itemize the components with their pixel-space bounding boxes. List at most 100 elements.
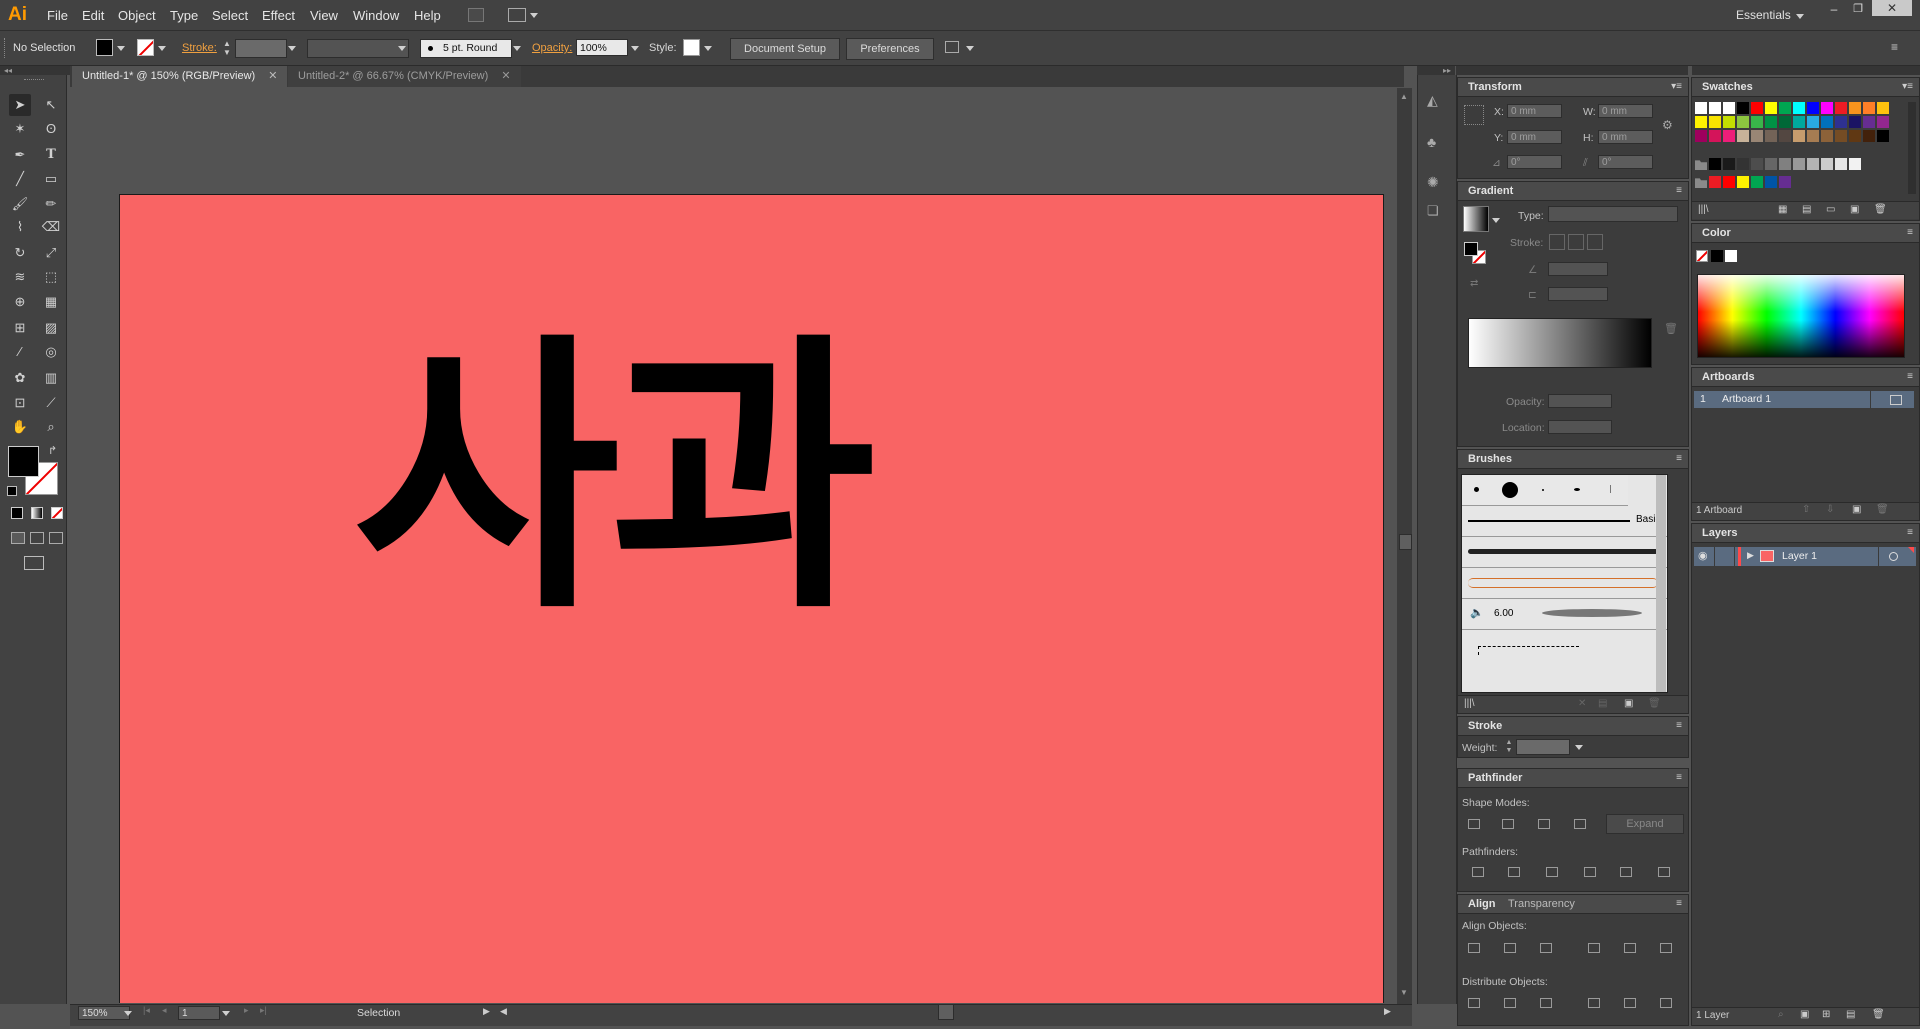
color-swatch[interactable] [1821, 116, 1833, 128]
black-color-icon[interactable] [1711, 250, 1723, 262]
x-field[interactable]: 0 mm [1507, 104, 1562, 118]
constrain-proportions-icon[interactable]: ⚙ [1662, 118, 1673, 132]
panel-menu-icon[interactable]: ≡ [1907, 227, 1913, 238]
color-swatch[interactable] [1877, 102, 1889, 114]
new-sublayer-icon[interactable]: ⊞ [1822, 1009, 1830, 1020]
color-swatch[interactable] [1695, 116, 1707, 128]
color-swatch[interactable] [1709, 116, 1721, 128]
color-spectrum[interactable] [1697, 274, 1905, 358]
pencil-tool-icon[interactable]: ✏ [40, 193, 62, 215]
panel-menu-icon[interactable]: ≡ [1676, 185, 1682, 196]
group-swatch[interactable] [1723, 176, 1735, 188]
color-swatch[interactable] [1751, 116, 1763, 128]
brush-options-icon[interactable]: ▤ [1598, 698, 1607, 709]
show-swatch-kinds-icon[interactable]: ▦ [1778, 204, 1787, 215]
new-layer-icon[interactable]: ▤ [1846, 1009, 1855, 1020]
rectangle-tool-icon[interactable]: ▭ [40, 168, 62, 190]
clipping-mask-icon[interactable]: ▣ [1800, 1009, 1809, 1020]
brush-list-scrollbar[interactable] [1656, 475, 1666, 692]
white-color-icon[interactable] [1725, 250, 1737, 262]
close-icon[interactable]: ✕ [1872, 0, 1912, 16]
scale-tool-icon[interactable]: ⤢ [40, 242, 62, 264]
gray-swatch[interactable] [1723, 158, 1735, 170]
merge-icon[interactable] [1546, 867, 1558, 877]
minimize-icon[interactable]: – [1824, 2, 1844, 16]
variable-width-profile[interactable] [307, 39, 409, 58]
trash-icon[interactable]: 🗑 [1874, 204, 1887, 215]
unite-icon[interactable] [1468, 819, 1480, 829]
gray-swatch[interactable] [1835, 158, 1847, 170]
brush-dot-oval[interactable] [1574, 488, 1580, 491]
menu-type[interactable]: Type [170, 8, 198, 23]
expand-arrows-icon[interactable]: ▸▸ [1417, 66, 1455, 75]
rotate-field[interactable]: 0° [1507, 155, 1562, 169]
collapse-arrows-icon[interactable]: ◂◂ [0, 66, 70, 75]
color-swatch[interactable] [1849, 102, 1861, 114]
stroke-along-icon[interactable] [1568, 234, 1584, 250]
appearance-icon[interactable]: ✺ [1427, 174, 1443, 190]
color-swatch[interactable] [1737, 130, 1749, 142]
color-swatch[interactable] [1793, 102, 1805, 114]
group-swatch[interactable] [1751, 176, 1763, 188]
close-icon[interactable]: ✕ [501, 70, 510, 82]
restore-icon[interactable]: ❐ [1848, 2, 1868, 16]
color-swatch[interactable] [1849, 130, 1861, 142]
panel-menu-icon[interactable]: ≡ [1907, 371, 1913, 382]
swap-colors-icon[interactable]: ↱ [48, 444, 57, 457]
exclude-icon[interactable] [1574, 819, 1586, 829]
color-swatch[interactable] [1863, 116, 1875, 128]
color-swatch[interactable] [1695, 130, 1707, 142]
brush-dot-large[interactable] [1502, 482, 1518, 498]
align-top-icon[interactable] [1588, 943, 1600, 953]
distribute-vertical-center-icon[interactable] [1504, 998, 1516, 1008]
swatch-libraries-icon[interactable]: |||\ [1698, 204, 1709, 215]
horizontal-scroll-thumb[interactable] [938, 1004, 954, 1020]
tab-untitled-2[interactable]: Untitled-2* @ 66.67% (CMYK/Preview) ✕ [288, 66, 521, 87]
brush-art-row[interactable] [1462, 568, 1667, 599]
chevron-down-icon[interactable] [1796, 14, 1804, 19]
pen-tool-icon[interactable]: ✒ [9, 144, 31, 166]
menu-window[interactable]: Window [353, 8, 399, 23]
chevron-down-icon[interactable] [398, 46, 406, 51]
expand-layer-icon[interactable]: ▶ [1747, 550, 1754, 561]
stroke-stepper[interactable]: ▲ ▼ [222, 39, 232, 57]
color-swatch[interactable] [1807, 130, 1819, 142]
first-artboard-icon[interactable]: |◂ [143, 1005, 150, 1016]
color-swatch[interactable] [1765, 102, 1777, 114]
blob-brush-tool-icon[interactable]: ⌇ [9, 216, 31, 238]
zoom-tool-icon[interactable]: ⌕ [40, 416, 62, 438]
gray-swatch[interactable] [1765, 158, 1777, 170]
scroll-up-icon[interactable]: ▲ [1400, 92, 1408, 101]
color-swatch[interactable] [1779, 102, 1791, 114]
gradient-aspect-field[interactable] [1548, 287, 1608, 301]
color-swatch[interactable] [1877, 116, 1889, 128]
align-horizontal-center-icon[interactable] [1504, 943, 1516, 953]
expand-button[interactable]: Expand [1606, 814, 1684, 834]
gradient-angle-field[interactable] [1548, 262, 1608, 276]
stroke-label[interactable]: Stroke: [182, 42, 217, 54]
document-setup-button[interactable]: Document Setup [730, 38, 840, 60]
default-colors-icon[interactable] [7, 486, 17, 496]
artboard-number-field[interactable]: 1 [178, 1006, 220, 1020]
blend-tool-icon[interactable]: ◎ [40, 341, 62, 363]
gradient-type-select[interactable] [1548, 206, 1678, 222]
tab-align[interactable]: Align [1468, 898, 1496, 910]
gray-swatch[interactable] [1793, 158, 1805, 170]
canvas-area[interactable]: 사과 [70, 87, 1400, 1003]
type-tool-icon[interactable]: T [40, 144, 62, 166]
brush-dot-tiny[interactable] [1542, 489, 1544, 491]
color-swatch[interactable] [1835, 116, 1847, 128]
color-swatch[interactable] [1765, 116, 1777, 128]
navigator-icon[interactable]: ◭ [1427, 92, 1443, 108]
direct-selection-tool-icon[interactable]: ↖ [40, 94, 62, 116]
previous-artboard-icon[interactable]: ◂ [162, 1005, 167, 1016]
color-swatch[interactable] [1765, 130, 1777, 142]
gradient-mode-icon[interactable] [31, 507, 43, 519]
symbol-sprayer-tool-icon[interactable]: ✿ [9, 367, 31, 389]
color-swatch[interactable] [1877, 130, 1889, 142]
group-swatch[interactable] [1765, 176, 1777, 188]
gray-swatch[interactable] [1737, 158, 1749, 170]
intersect-icon[interactable] [1538, 819, 1550, 829]
chevron-down-icon[interactable] [530, 13, 538, 18]
gray-swatch[interactable] [1779, 158, 1791, 170]
